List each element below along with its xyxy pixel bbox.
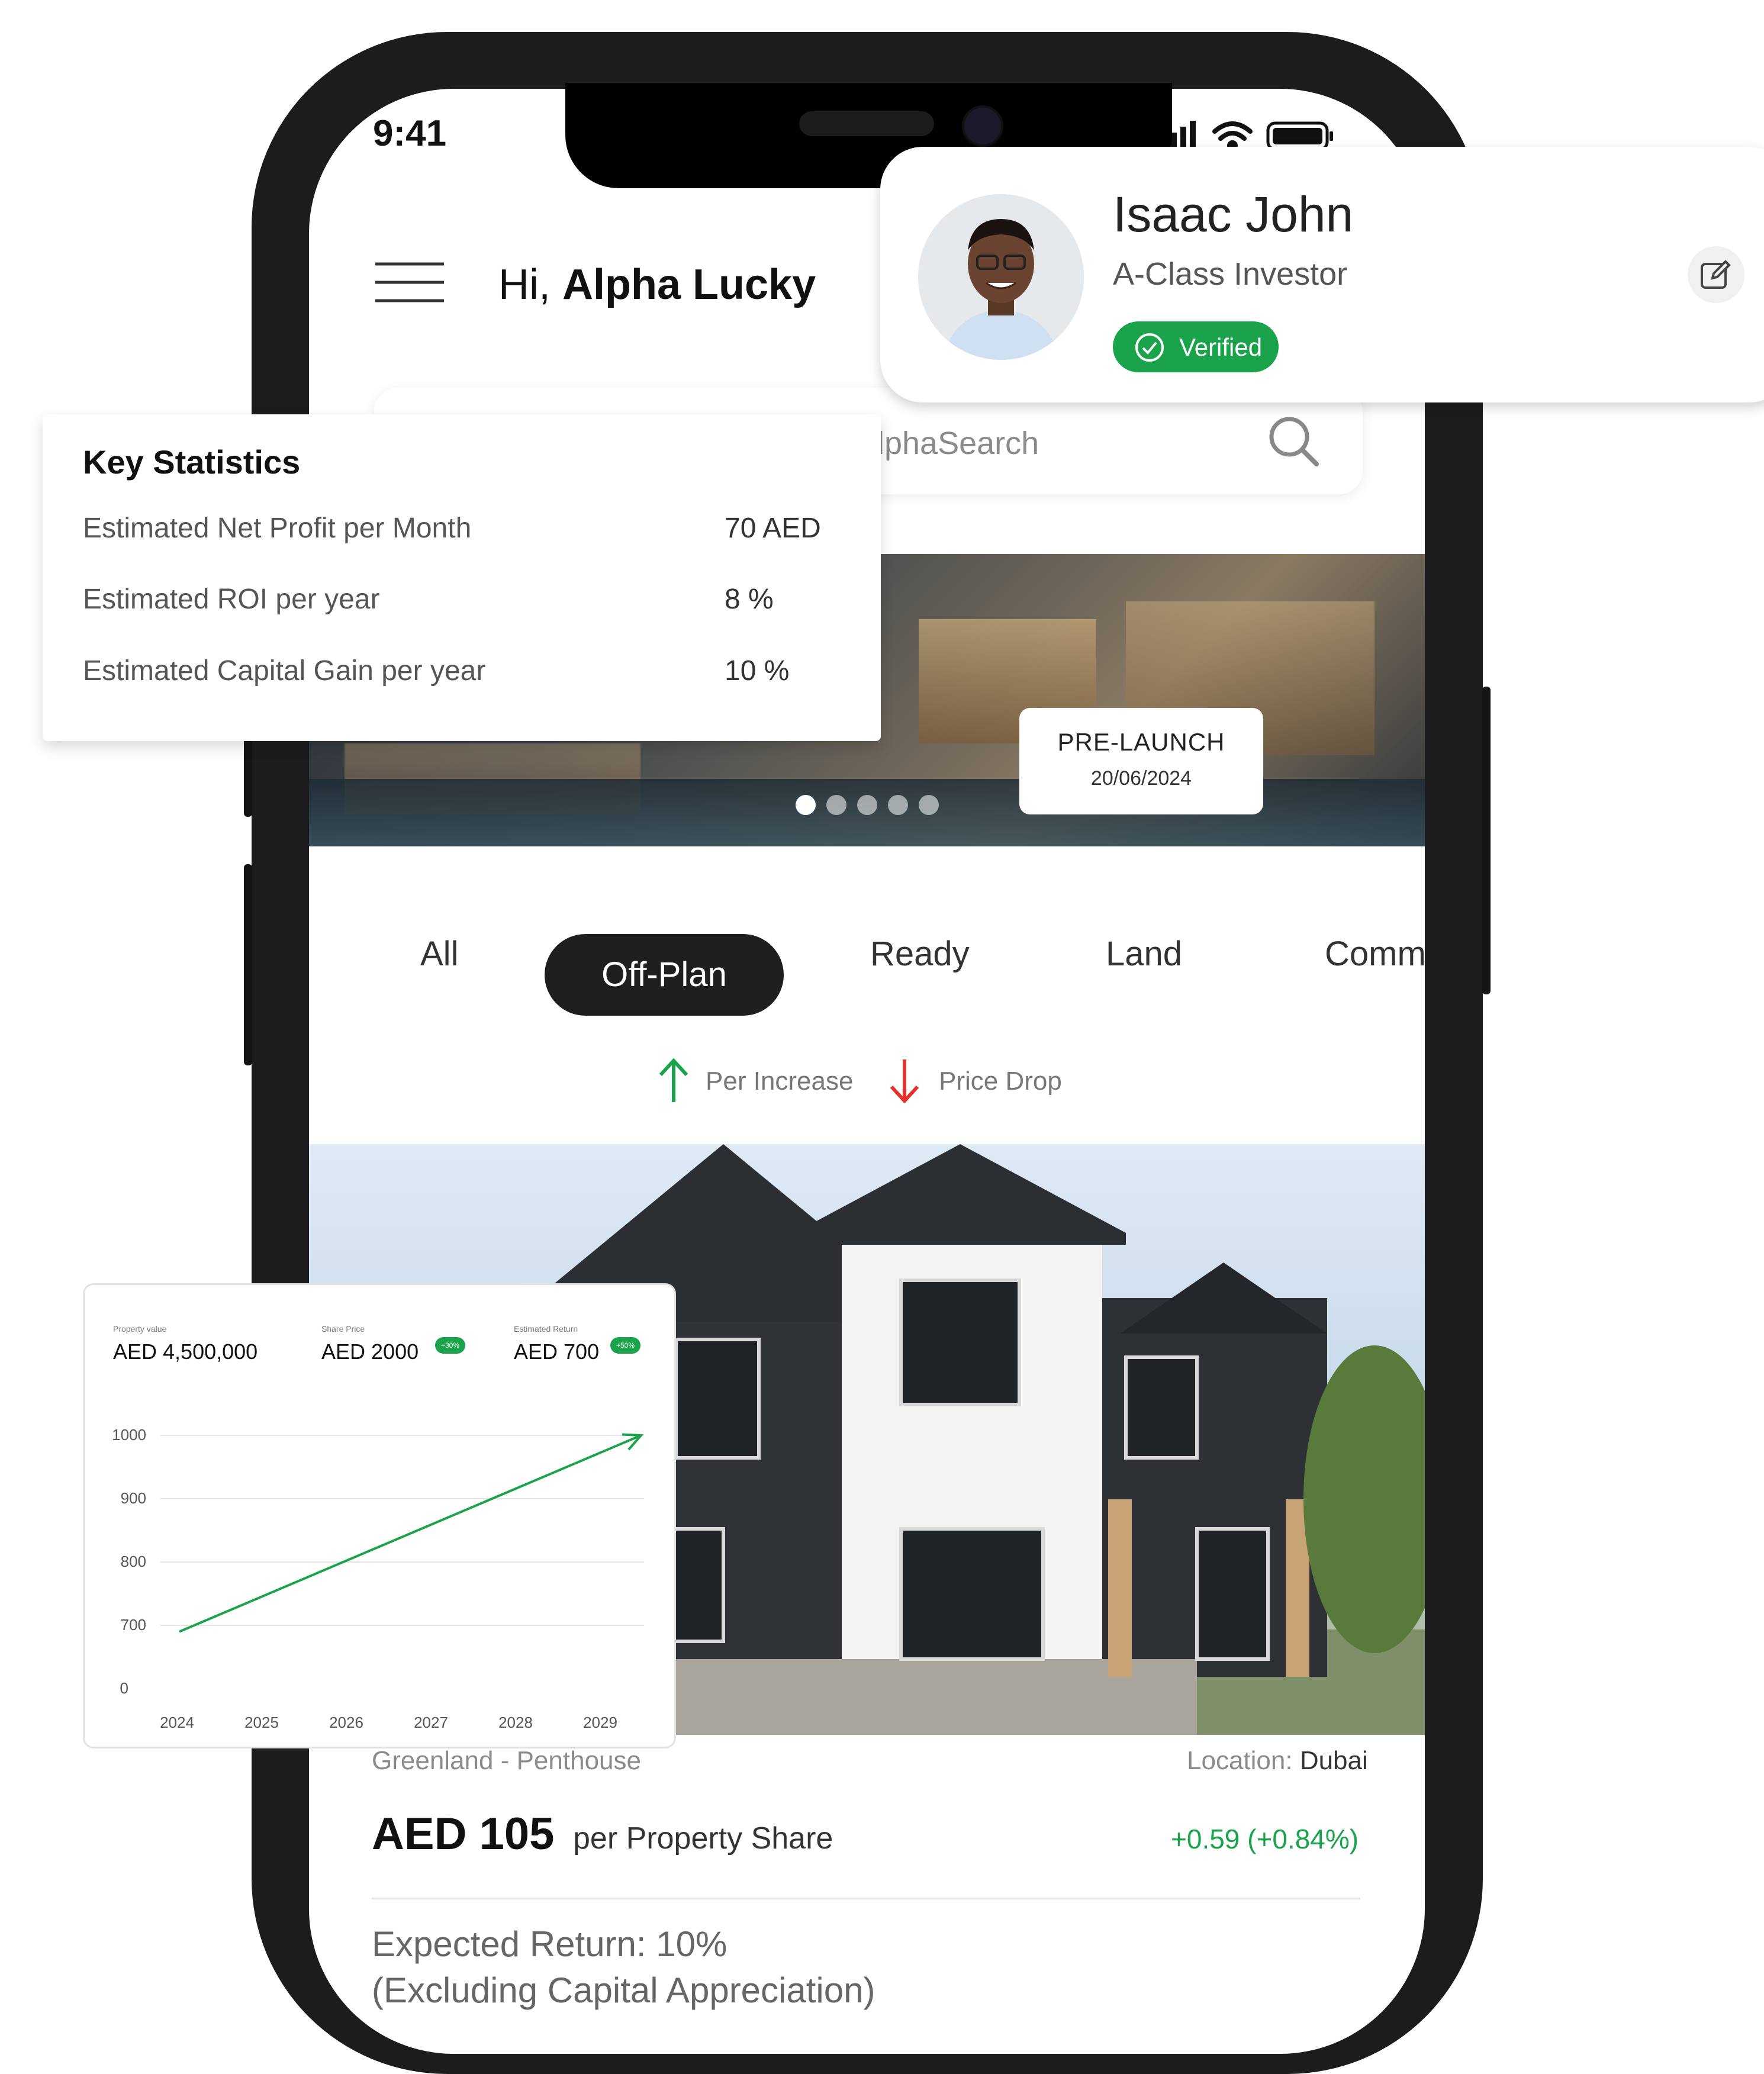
carousel-dot[interactable] (888, 795, 908, 815)
stat-label: Estimated Capital Gain per year (83, 655, 486, 687)
profile-card: Isaac John A-Class Investor Verified (880, 147, 1764, 402)
stat-value: 8 % (725, 584, 774, 615)
key-statistics-card: Key Statistics Estimated Net Profit per … (43, 414, 881, 741)
greeting-name: Alpha Lucky (562, 261, 816, 308)
x-tick-label: 2024 (160, 1714, 194, 1731)
tab-commercial[interactable]: Comm (1325, 934, 1425, 974)
y-tick-label: 0 (120, 1679, 128, 1697)
arrow-up-icon (659, 1058, 688, 1102)
location-value: Dubai (1299, 1746, 1368, 1775)
carousel-dot[interactable] (826, 795, 846, 815)
x-tick-label: 2027 (414, 1714, 448, 1731)
carousel-dot-active[interactable] (796, 795, 816, 815)
expected-return-note: (Excluding Capital Appreciation) (372, 1970, 875, 2010)
expected-return: Expected Return: 10% (372, 1924, 728, 1964)
legend-drop: Price Drop (939, 1067, 1062, 1096)
search-placeholder: lphaSearch (877, 426, 1039, 461)
battery-icon (1266, 121, 1333, 151)
listing-location: Location: Dubai (1187, 1746, 1368, 1776)
avatar (918, 194, 1084, 360)
profile-role: A-Class Investor (1113, 256, 1348, 292)
y-tick-label: 1000 (112, 1426, 146, 1444)
prelaunch-badge: PRE-LAUNCH 20/06/2024 (1019, 708, 1263, 814)
stat-label: Estimated ROI per year (83, 584, 380, 615)
key-statistics-title: Key Statistics (83, 443, 301, 481)
verified-label: Verified (1179, 333, 1263, 361)
arrow-down-icon (890, 1059, 919, 1103)
edit-profile-button[interactable] (1688, 246, 1744, 303)
wifi-icon (1212, 121, 1253, 151)
camera-icon (962, 105, 1003, 147)
location-label: Location: (1187, 1746, 1293, 1775)
y-tick-label: 800 (121, 1553, 146, 1570)
x-tick-label: 2028 (498, 1714, 533, 1731)
verified-badge: Verified (1113, 321, 1279, 372)
tab-all[interactable]: All (420, 934, 458, 974)
menu-icon[interactable] (375, 262, 444, 303)
chart-card: Property value AED 4,500,000 Share Price… (83, 1283, 676, 1748)
prelaunch-title: PRE-LAUNCH (1057, 728, 1225, 756)
edit-icon (1701, 260, 1731, 289)
check-circle-icon (1135, 333, 1164, 362)
x-tick-label: 2029 (583, 1714, 617, 1731)
greeting-prefix: Hi, (498, 261, 551, 308)
profile-name: Isaac John (1113, 186, 1354, 242)
stat-value: 70 AED (725, 513, 821, 544)
tab-ready[interactable]: Ready (870, 934, 970, 974)
power-button (1482, 687, 1491, 994)
listing-name: Greenland - Penthouse (372, 1746, 641, 1775)
x-tick-label: 2025 (244, 1714, 279, 1731)
y-tick-label: 900 (121, 1489, 146, 1507)
listing-price: AED 105 (372, 1809, 555, 1859)
tab-land[interactable]: Land (1106, 934, 1182, 974)
divider (372, 1898, 1360, 1899)
stat-value: 10 % (725, 655, 790, 687)
stat-label: Estimated Net Profit per Month (83, 513, 472, 544)
status-time: 9:41 (373, 113, 447, 154)
series-line (179, 1434, 642, 1633)
volume-button (244, 864, 252, 1065)
carousel-dot[interactable] (857, 795, 877, 815)
search-icon[interactable] (1267, 414, 1320, 468)
listing-change: +0.59 (+0.84%) (1171, 1824, 1359, 1854)
tab-off-plan[interactable]: Off-Plan (545, 934, 784, 1016)
carousel-dot[interactable] (919, 795, 939, 815)
y-tick-label: 700 (121, 1616, 146, 1634)
speaker-grille (799, 111, 934, 136)
line-chart: 0 700 800 900 1000 2024 2025 2026 2027 2028 2029 (112, 1426, 644, 1731)
prelaunch-date: 20/06/2024 (1090, 767, 1192, 790)
listing-price-unit: per Property Share (573, 1821, 833, 1856)
legend-increase: Per Increase (706, 1067, 854, 1096)
x-tick-label: 2026 (329, 1714, 363, 1731)
greeting: Hi, Alpha Lucky (498, 260, 816, 309)
